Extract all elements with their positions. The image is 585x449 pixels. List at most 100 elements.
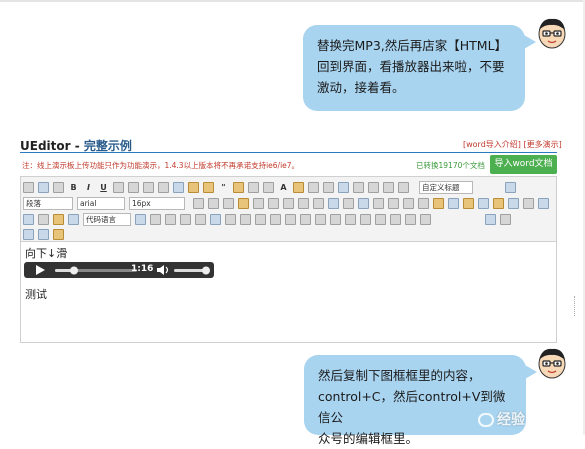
delete-row-icon[interactable]: [285, 213, 296, 225]
font-border-icon[interactable]: [113, 181, 124, 193]
import-word-button[interactable]: 导入word文档: [490, 155, 557, 174]
backcolor-icon[interactable]: [293, 181, 304, 193]
merge-right-icon[interactable]: [345, 213, 356, 225]
blockquote-icon[interactable]: ": [218, 182, 229, 193]
auto-typeset-icon[interactable]: [203, 181, 214, 193]
converted-count: 已转换19170个文档: [416, 161, 485, 170]
progress-handle: [70, 266, 78, 275]
insert-para-before-table-icon[interactable]: [255, 213, 266, 225]
anchor-icon[interactable]: [358, 197, 369, 209]
merge-cells-icon[interactable]: [330, 213, 341, 225]
speech-bubble-top: 替换完MP3,然后再店家【HTML】 回到界面，看播放器出来啦，不要 激动，接着…: [303, 25, 536, 111]
font-size-select[interactable]: 16px: [129, 196, 185, 210]
delete-col-icon[interactable]: [315, 213, 326, 225]
forecolor-icon[interactable]: A: [278, 182, 289, 193]
unordered-list-icon[interactable]: [323, 181, 334, 193]
image-left-icon[interactable]: [388, 197, 399, 209]
image-center-icon[interactable]: [418, 197, 429, 209]
format-match-icon[interactable]: [188, 181, 199, 193]
select-icon[interactable]: [338, 181, 349, 193]
map-icon[interactable]: [538, 197, 549, 209]
clear-doc-icon[interactable]: [263, 181, 274, 193]
print-icon[interactable]: [485, 213, 496, 225]
top-divider: [0, 0, 585, 2]
source-icon[interactable]: [23, 181, 34, 193]
toolbar-row-4: [23, 227, 68, 241]
lineheight-icon[interactable]: [398, 181, 409, 193]
date-icon[interactable]: [165, 213, 176, 225]
insert-code-icon[interactable]: [38, 213, 49, 225]
template-icon[interactable]: [68, 213, 79, 225]
help-icon[interactable]: [38, 228, 49, 240]
volume-handle: [202, 266, 210, 275]
pagebreak-icon[interactable]: [53, 213, 64, 225]
touppercase-icon[interactable]: [298, 197, 309, 209]
preview-icon[interactable]: [500, 213, 511, 225]
toolbar-row-2: 段落 arial 16px: [23, 196, 553, 210]
split-rows-icon[interactable]: [390, 213, 401, 225]
strikethrough-icon[interactable]: [128, 181, 139, 193]
attachment-icon[interactable]: [523, 197, 534, 209]
underline-icon[interactable]: U: [98, 182, 109, 193]
ordered-list-icon[interactable]: [308, 181, 319, 193]
insert-video-icon[interactable]: [493, 197, 504, 209]
insert-row-icon[interactable]: [270, 213, 281, 225]
split-cells-icon[interactable]: [375, 213, 386, 225]
editor-content[interactable]: [20, 242, 557, 343]
undo-icon[interactable]: [38, 181, 49, 193]
remove-format-icon[interactable]: [173, 181, 184, 193]
justify-center-icon[interactable]: [253, 197, 264, 209]
custom-title-select[interactable]: 自定义标题: [419, 180, 473, 194]
paste-plain-icon[interactable]: [233, 181, 244, 193]
justify-full-icon[interactable]: [283, 197, 294, 209]
search-replace-icon[interactable]: [23, 228, 34, 240]
direction-ltr-icon[interactable]: [193, 197, 204, 209]
rowspacing-top-icon[interactable]: [368, 181, 379, 193]
inserttable-icon[interactable]: [225, 213, 236, 225]
right-edge-mark: [574, 296, 579, 316]
bold-icon[interactable]: B: [68, 182, 79, 193]
horizontal-icon[interactable]: [150, 213, 161, 225]
simple-upload-icon[interactable]: [433, 197, 444, 209]
bubble-line: 然后复制下图框框里的内容，: [318, 368, 481, 383]
time-icon[interactable]: [180, 213, 191, 225]
split-cols-icon[interactable]: [405, 213, 416, 225]
link-icon[interactable]: [328, 197, 339, 209]
cleardoc-icon[interactable]: [353, 181, 364, 193]
emotion-icon[interactable]: [463, 197, 474, 209]
image-right-icon[interactable]: [403, 197, 414, 209]
direction-rtl-icon[interactable]: [208, 197, 219, 209]
superscript-icon[interactable]: [143, 181, 154, 193]
editor-links[interactable]: [word导入介绍] [更多演示]: [463, 139, 562, 150]
scrawl-icon[interactable]: [478, 197, 489, 209]
insert-image-icon[interactable]: [448, 197, 459, 209]
redo-icon[interactable]: [53, 181, 64, 193]
subscript-icon[interactable]: [158, 181, 169, 193]
paragraph-select[interactable]: 段落: [23, 196, 73, 210]
merge-down-icon[interactable]: [360, 213, 371, 225]
insert-col-icon[interactable]: [300, 213, 311, 225]
select-all-icon[interactable]: [248, 181, 259, 193]
drafts-icon[interactable]: [53, 228, 64, 240]
fullscreen-icon[interactable]: [505, 181, 516, 193]
tolowercase-icon[interactable]: [313, 197, 324, 209]
unlink-icon[interactable]: [343, 197, 354, 209]
justify-right-icon[interactable]: [268, 197, 279, 209]
rowspacing-bottom-icon[interactable]: [383, 181, 394, 193]
code-language-select[interactable]: 代码语言: [83, 212, 131, 226]
deletetable-icon[interactable]: [240, 213, 251, 225]
insert-frame-icon[interactable]: [23, 213, 34, 225]
font-family-select[interactable]: arial: [77, 196, 125, 210]
image-none-icon[interactable]: [373, 197, 384, 209]
wordimage-icon[interactable]: [210, 213, 221, 225]
indent-icon[interactable]: [223, 197, 234, 209]
spechars-icon[interactable]: [195, 213, 206, 225]
music-icon[interactable]: [508, 197, 519, 209]
justify-left-icon[interactable]: [238, 197, 249, 209]
bubble-line: 替换完MP3,然后再店家【HTML】: [317, 38, 508, 53]
italic-icon[interactable]: I: [83, 182, 94, 193]
chart-icon[interactable]: [420, 213, 431, 225]
audio-player[interactable]: 1:16: [24, 262, 214, 278]
volume-icon: [157, 265, 164, 275]
background-icon[interactable]: [135, 213, 146, 225]
